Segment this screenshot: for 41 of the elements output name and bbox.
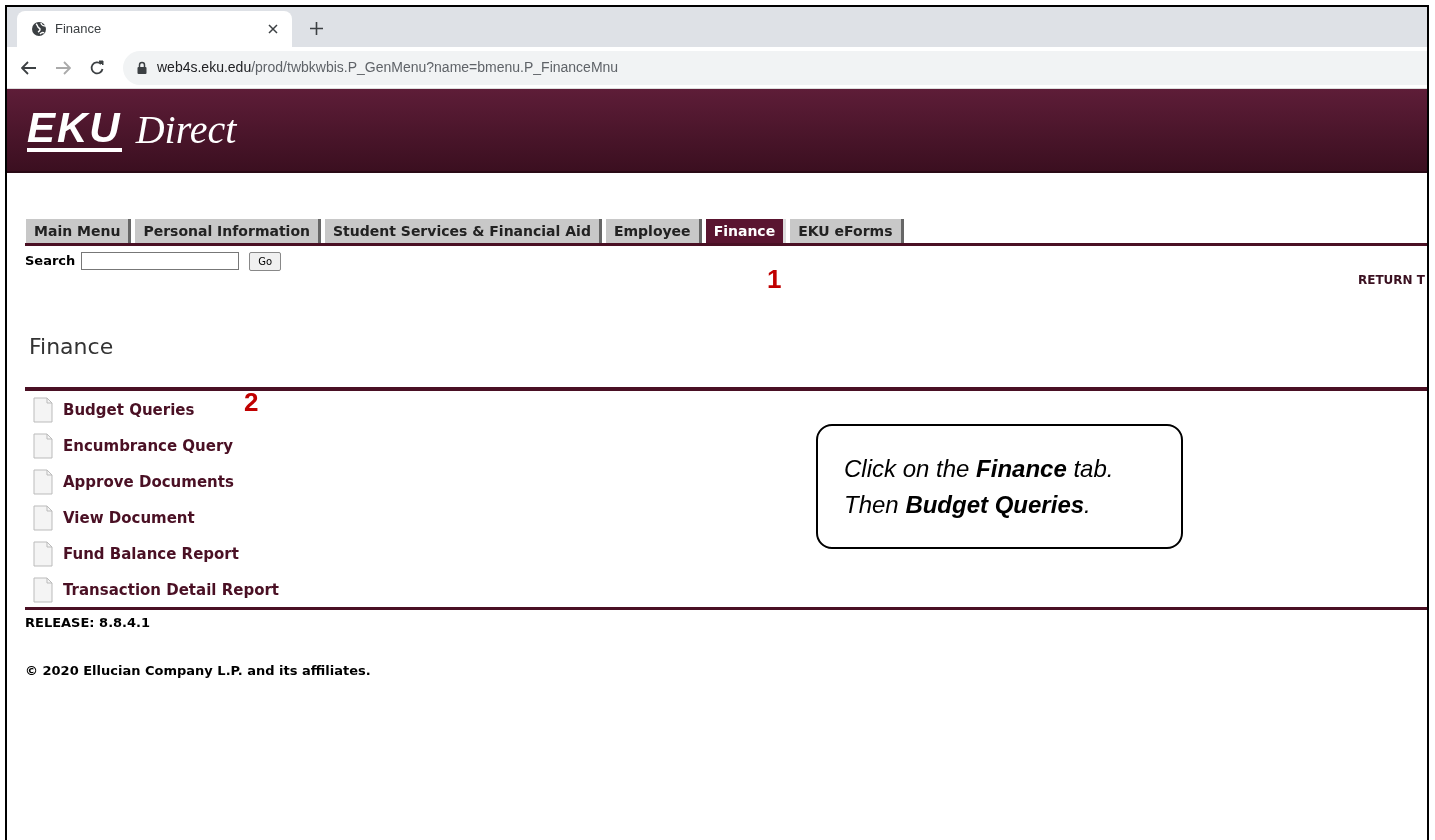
- callout-text: Then Budget Queries.: [844, 489, 1092, 520]
- reload-icon[interactable]: [89, 59, 105, 76]
- document-icon: [33, 505, 53, 531]
- menu-link[interactable]: Transaction Detail Report: [63, 578, 279, 602]
- document-icon: [33, 577, 53, 603]
- nav-tab[interactable]: Student Services & Financial Aid: [325, 219, 602, 243]
- logo-mark: EKU: [27, 108, 122, 152]
- menu-link[interactable]: Encumbrance Query: [63, 434, 234, 458]
- address-bar[interactable]: web4s.eku.edu/prod/twbkwbis.P_GenMenu?name=bmenu.P_FinanceMnu: [123, 50, 1427, 85]
- search-field[interactable]: [81, 252, 240, 270]
- menu-link[interactable]: Budget Queries: [63, 398, 195, 422]
- page-title: Finance: [28, 333, 115, 361]
- nav-tab[interactable]: Finance: [705, 219, 787, 243]
- callout-text: Click on the Finance tab.: [844, 453, 1115, 484]
- nav-tab[interactable]: Main Menu: [26, 219, 132, 243]
- step-number: 1: [767, 263, 782, 296]
- document-icon: [33, 433, 53, 459]
- return-link[interactable]: RETURN T: [1358, 271, 1425, 289]
- document-icon: [33, 541, 53, 567]
- menu-link[interactable]: Fund Balance Report: [63, 542, 239, 566]
- document-icon: [33, 397, 53, 423]
- go-button[interactable]: Go: [249, 251, 282, 271]
- url-text: web4s.eku.edu/prod/twbkwbis.P_GenMenu?name=bmenu.P_FinanceMnu: [157, 58, 619, 77]
- step-number: 2: [244, 386, 259, 419]
- nav-tab[interactable]: Employee: [605, 219, 702, 243]
- close-icon[interactable]: [268, 24, 278, 34]
- globe-icon: [31, 21, 47, 37]
- release-text: RELEASE: 8.8.4.1: [25, 614, 152, 632]
- new-tab-icon[interactable]: [310, 22, 323, 35]
- back-icon[interactable]: [21, 60, 37, 75]
- search-label: Search: [25, 252, 76, 271]
- logo-text: Direct: [135, 106, 237, 154]
- browser-tab[interactable]: Finance: [17, 11, 292, 47]
- lock-icon: [137, 61, 147, 74]
- nav-tab[interactable]: EKU eForms: [790, 219, 904, 243]
- nav-tab[interactable]: Personal Information: [135, 219, 321, 243]
- tab-title: Finance: [55, 20, 103, 39]
- document-icon: [33, 469, 53, 495]
- copyright-text: © 2020 Ellucian Company L.P. and its affiliates.: [25, 661, 372, 680]
- menu-link[interactable]: Approve Documents: [63, 470, 234, 494]
- menu-link[interactable]: View Document: [63, 506, 195, 530]
